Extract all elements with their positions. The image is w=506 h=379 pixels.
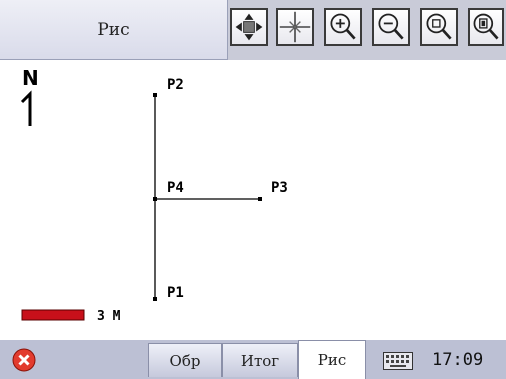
page-title: Рис bbox=[0, 0, 228, 60]
close-icon bbox=[12, 348, 36, 372]
zoom-window-button[interactable] bbox=[420, 8, 458, 46]
pan-icon bbox=[235, 13, 263, 41]
tab-itog[interactable]: Итог bbox=[222, 343, 298, 377]
map-canvas[interactable]: N P2 P4 P3 P1 3 M bbox=[0, 60, 506, 340]
point-label-p1: P1 bbox=[167, 285, 184, 301]
scale-bar bbox=[21, 309, 85, 321]
drawing: P2 P4 P3 P1 3 M bbox=[20, 77, 288, 324]
tab-ris[interactable]: Рис bbox=[298, 340, 366, 379]
point-marker-p2 bbox=[153, 93, 157, 97]
zoom-out-button[interactable] bbox=[372, 8, 410, 46]
bottom-bar: Обр Итог Рис 17:09 bbox=[0, 340, 506, 379]
zoom-all-button[interactable] bbox=[468, 8, 504, 46]
point-marker-p1 bbox=[153, 297, 157, 301]
zoom-window-icon bbox=[426, 13, 452, 40]
zoom-out-icon bbox=[378, 13, 404, 40]
point-marker-p3 bbox=[258, 197, 262, 201]
pan-button[interactable] bbox=[230, 8, 268, 46]
top-bar: Рис bbox=[0, 0, 506, 60]
keyboard-button[interactable] bbox=[383, 352, 413, 370]
tab-obr[interactable]: Обр bbox=[148, 343, 222, 377]
point-marker-p4 bbox=[153, 197, 157, 201]
clock: 17:09 bbox=[432, 350, 484, 370]
zoom-all-icon bbox=[473, 13, 499, 40]
point-label-p3: P3 bbox=[271, 180, 288, 196]
scale-label: 3 M bbox=[97, 309, 121, 324]
point-label-p2: P2 bbox=[167, 77, 184, 93]
zoom-in-icon bbox=[330, 13, 356, 40]
keyboard-icon bbox=[383, 352, 413, 370]
center-icon bbox=[279, 11, 311, 43]
north-arrow-icon bbox=[20, 90, 32, 126]
point-label-p4: P4 bbox=[167, 180, 184, 196]
zoom-in-button[interactable] bbox=[324, 8, 362, 46]
center-button[interactable] bbox=[276, 8, 314, 46]
toolbar bbox=[228, 0, 506, 60]
close-button[interactable] bbox=[12, 348, 36, 372]
